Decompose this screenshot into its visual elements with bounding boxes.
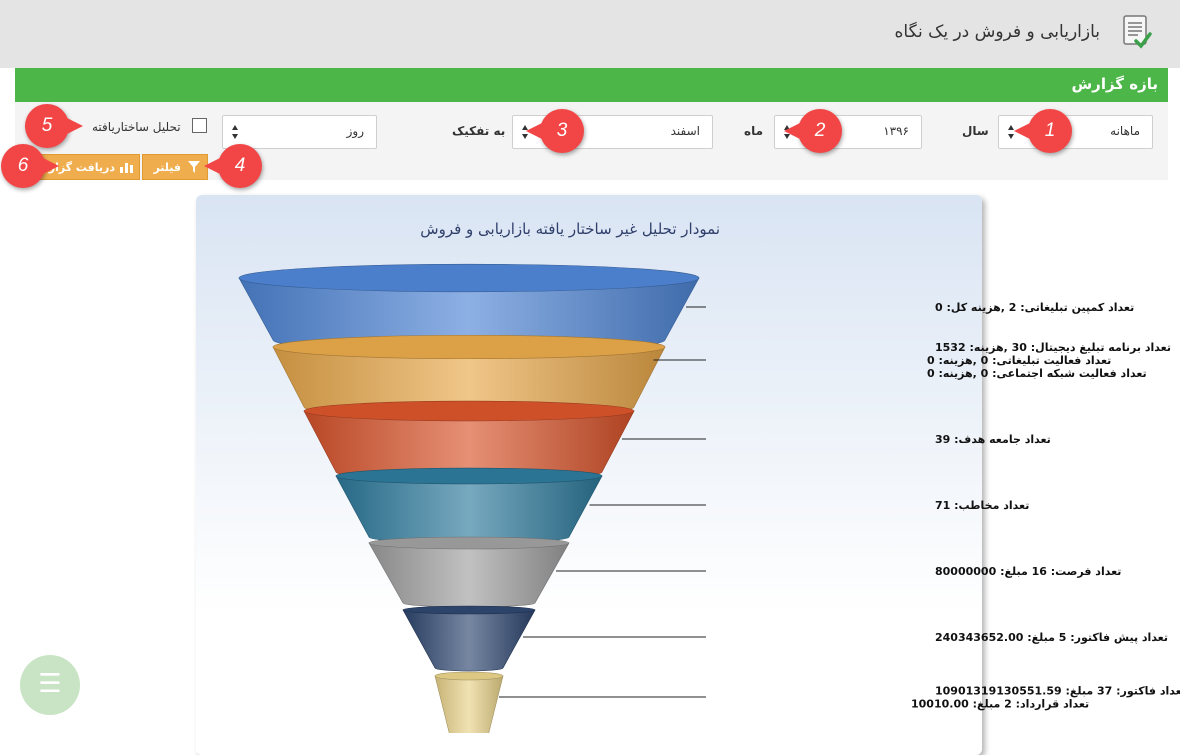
callout-badge-6: 6 (1, 144, 59, 188)
callout-badge-3: 3 (526, 109, 584, 153)
select-arrows-icon (232, 125, 238, 139)
panel-title: بازه گزارش (1071, 75, 1158, 93)
year-label: سال (962, 124, 989, 138)
menu-fab-button[interactable]: ☰ (20, 655, 80, 715)
callout-badge-2: 2 (784, 109, 842, 153)
chart-container (196, 195, 982, 755)
chart-title: نمودار تحلیل غیر ساختار یافته بازاریابی … (420, 220, 720, 238)
structured-analysis-label: تحلیل ساختاریافته (92, 120, 181, 134)
month-select-value: اسفند (670, 124, 700, 138)
filter-button-label: فیلتر (153, 161, 181, 174)
callout-badge-4: 4 (204, 144, 262, 188)
filter-button[interactable]: فیلتر (142, 154, 208, 180)
report-range-header: بازه گزارش (15, 68, 1168, 102)
app-header: بازاریابی و فروش در یک نگاه (0, 0, 1180, 68)
callout-badge-1: 1 (1014, 109, 1072, 153)
bar-chart-icon (120, 163, 133, 173)
breakdown-select-value: روز (346, 124, 364, 138)
month-label: ماه (744, 124, 764, 138)
period-select-value: ماهانه (1110, 124, 1140, 138)
callout-badge-5: 5 (25, 104, 83, 148)
document-check-icon (1123, 15, 1152, 49)
year-select-value: ۱۳۹۶ (883, 124, 909, 138)
breakdown-label: به تفکیک (452, 124, 506, 138)
filter-icon (188, 161, 200, 173)
page-title: بازاریابی و فروش در یک نگاه (894, 22, 1101, 42)
menu-icon: ☰ (38, 669, 62, 699)
structured-analysis-checkbox[interactable] (192, 118, 207, 133)
